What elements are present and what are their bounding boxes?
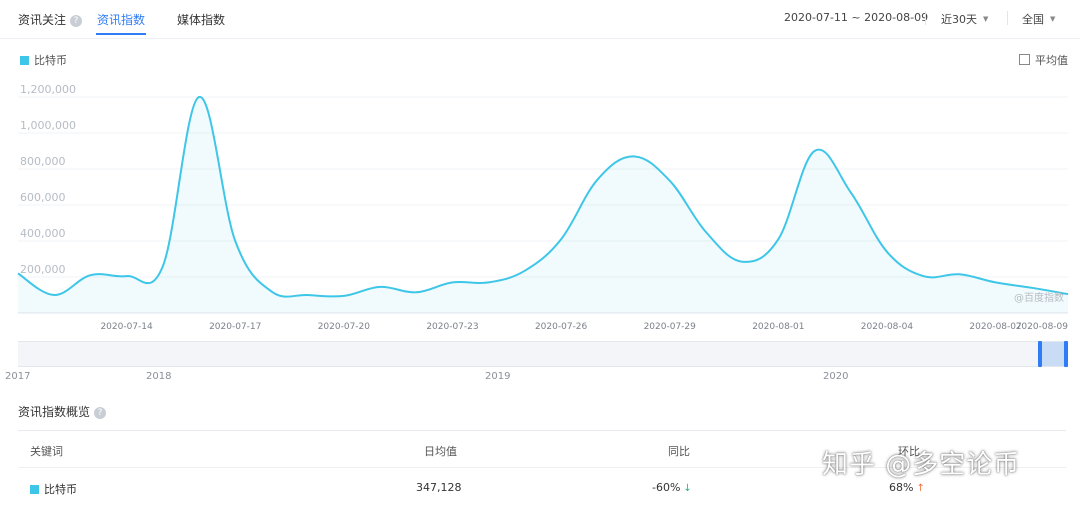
time-range-slider[interactable] [18, 341, 1068, 367]
data-point[interactable] [994, 280, 998, 284]
data-point[interactable] [450, 280, 454, 284]
x-tick-label: 2020-07-26 [535, 322, 588, 332]
slider-handle-right[interactable] [1064, 341, 1068, 367]
data-point[interactable] [885, 250, 889, 254]
data-point[interactable] [52, 293, 56, 297]
legend-label: 比特币 [34, 54, 67, 67]
divider [925, 11, 926, 25]
region-select[interactable]: 全国 ▼ [1022, 11, 1055, 27]
y-tick-label: 1,000,000 [20, 119, 76, 132]
section-title: 资讯指数概览? [18, 403, 107, 420]
mom-value: 68% [889, 481, 914, 494]
y-tick-label: 1,200,000 [20, 83, 76, 96]
data-point[interactable] [378, 285, 382, 289]
line-chart: 200,000 400,000 600,000 800,000 1,000,000 1,2… [16, 83, 1070, 332]
data-point[interactable] [523, 269, 527, 273]
y-tick-label: 200,000 [20, 263, 66, 276]
overview-year-label: 2020 [823, 371, 849, 382]
x-tick-label: 2020-07-20 [318, 322, 371, 332]
x-tick-label: 2020-07-17 [209, 322, 261, 332]
caret-down-icon: ▼ [983, 15, 989, 23]
data-point[interactable] [161, 264, 165, 268]
y-tick-label: 800,000 [20, 155, 66, 168]
keyword-cell: 比特币 [30, 481, 77, 497]
data-point[interactable] [197, 95, 201, 99]
tab-label: 媒体指数 [177, 13, 226, 27]
data-point[interactable] [740, 260, 744, 264]
daily-avg-cell: 347,128 [416, 481, 462, 494]
legend-color-icon [20, 56, 29, 65]
tab-media-index[interactable]: 媒体指数 [177, 11, 225, 28]
overview-year-label: 2018 [146, 371, 172, 382]
data-point[interactable] [776, 237, 780, 241]
data-point[interactable] [668, 179, 672, 183]
tab-label: 资讯指数 [97, 13, 146, 27]
y-tick-label: 600,000 [20, 191, 66, 204]
y-tick-label: 400,000 [20, 227, 66, 240]
data-point[interactable] [704, 230, 708, 234]
x-tick-label: 2020-07-29 [644, 322, 697, 332]
help-icon[interactable]: ? [94, 407, 107, 419]
x-tick-label: 2020-08-07 [969, 322, 1021, 332]
data-point[interactable] [1066, 292, 1070, 296]
checkbox-icon[interactable] [1019, 54, 1030, 65]
top-bar: 资讯关注? 资讯指数 媒体指数 2020-07-11 ~ 2020-08-09 … [0, 0, 1080, 39]
x-tick-label: 2020-08-09 [1016, 322, 1069, 332]
average-toggle[interactable]: 平均值 [1019, 52, 1068, 68]
watermark-text: 知乎 @多空论币 [822, 450, 1021, 480]
data-point[interactable] [342, 294, 346, 298]
tab-news-attention[interactable]: 资讯关注? [18, 11, 83, 28]
data-point[interactable] [632, 154, 636, 158]
legend-item[interactable]: 比特币 [20, 52, 67, 68]
help-icon[interactable]: ? [70, 15, 83, 27]
data-point[interactable] [233, 239, 237, 243]
header-daily-avg: 日均值 [424, 445, 457, 458]
tab-label: 资讯关注 [18, 13, 67, 27]
period-select[interactable]: 近30天 ▼ [941, 11, 988, 27]
data-point[interactable] [921, 274, 925, 278]
period-label: 近30天 [941, 13, 977, 26]
data-point[interactable] [414, 290, 418, 294]
active-tab-indicator [96, 33, 146, 35]
data-point[interactable] [306, 293, 310, 297]
x-tick-label: 2020-07-23 [426, 322, 478, 332]
section-title-text: 资讯指数概览 [18, 405, 91, 419]
region-label: 全国 [1022, 13, 1044, 26]
data-point[interactable] [1030, 286, 1034, 290]
x-tick-label: 2020-08-01 [752, 322, 804, 332]
arrow-up-icon: ↑ [916, 483, 925, 494]
overview-year-label: 2019 [485, 371, 511, 382]
yoy-value: -60% [652, 481, 681, 494]
data-point[interactable] [88, 273, 92, 277]
data-point[interactable] [595, 178, 599, 182]
arrow-down-icon: ↓ [683, 483, 692, 494]
data-point[interactable] [813, 149, 817, 153]
overview-year-label: 2017 [5, 371, 31, 382]
header-yoy: 同比 [668, 445, 690, 458]
average-label: 平均值 [1035, 54, 1068, 67]
data-point[interactable] [957, 272, 961, 276]
data-point[interactable] [849, 190, 853, 194]
caret-down-icon: ▼ [1050, 15, 1056, 23]
yoy-cell: -60% ↓ [652, 481, 692, 494]
mom-cell: 68% ↑ [889, 481, 925, 494]
chart-watermark: @百度指数 [1014, 291, 1064, 304]
slider-selection[interactable] [1039, 342, 1067, 366]
keyword-color-icon [30, 485, 39, 494]
date-range[interactable]: 2020-07-11 ~ 2020-08-09 [784, 11, 928, 24]
data-point[interactable] [269, 289, 273, 293]
tab-news-index[interactable]: 资讯指数 [97, 11, 145, 28]
keyword-text: 比特币 [44, 483, 77, 496]
data-point[interactable] [559, 237, 563, 241]
slider-handle-left[interactable] [1038, 341, 1042, 367]
x-tick-label: 2020-08-04 [861, 322, 914, 332]
x-tick-label: 2020-07-14 [100, 322, 153, 332]
data-point[interactable] [125, 274, 129, 278]
header-keyword: 关键词 [30, 445, 63, 458]
data-point[interactable] [487, 280, 491, 284]
data-point[interactable] [16, 271, 20, 275]
divider [1007, 11, 1008, 25]
